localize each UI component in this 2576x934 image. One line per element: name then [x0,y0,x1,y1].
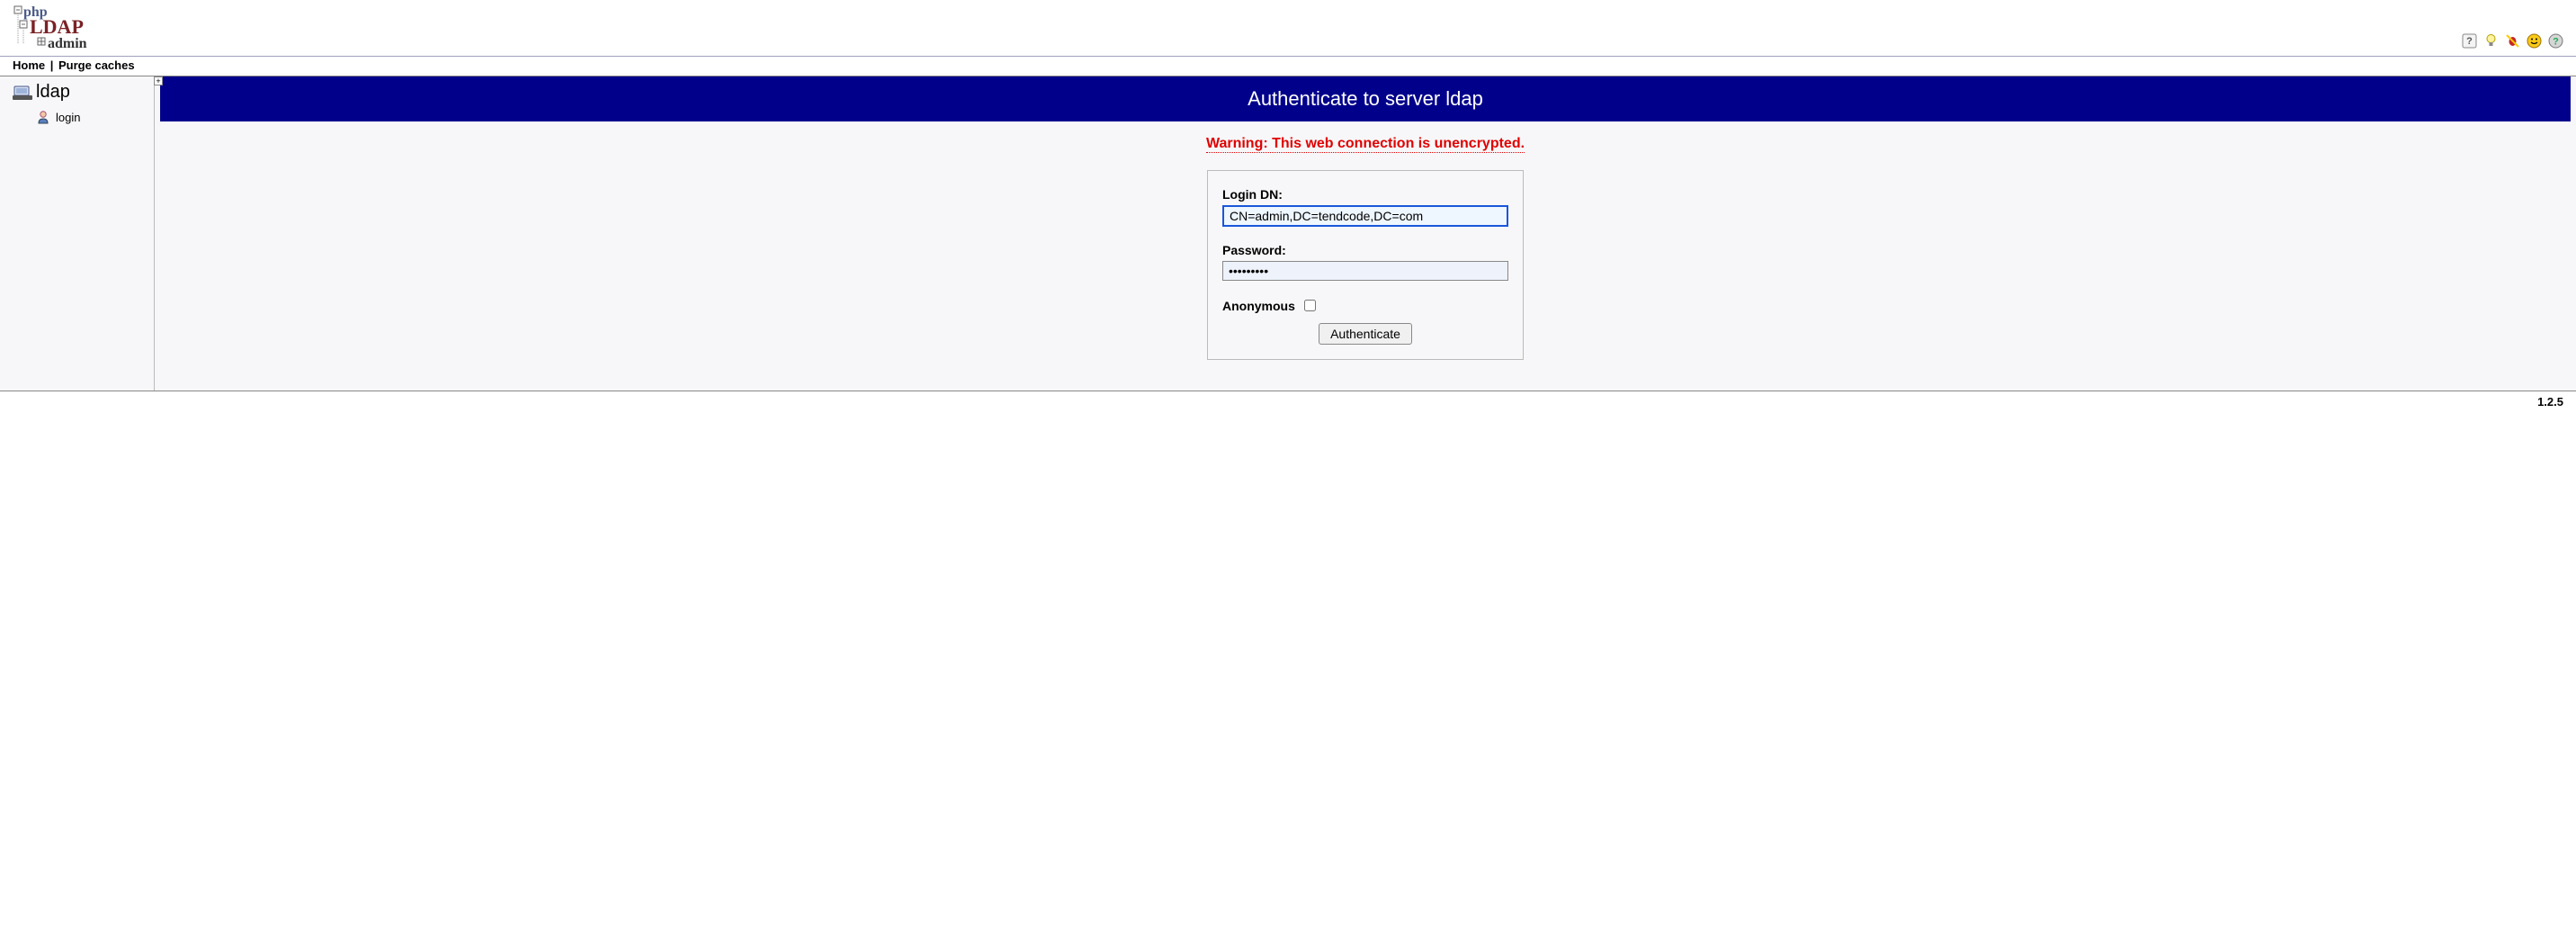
svg-text:?: ? [2466,36,2473,47]
server-name-label: ldap [36,82,70,103]
main-content: Authenticate to server ldap Warning: Thi… [155,76,2576,391]
svg-text:LDAP: LDAP [30,15,84,38]
password-label: Password: [1222,243,1508,257]
footer-version: 1.2.5 [0,391,2576,412]
svg-text:admin: admin [48,36,87,51]
page-root: php LDAP admin ? [0,0,2576,412]
sidebar-login-label: login [56,111,80,124]
person-icon [36,110,50,124]
login-form-box: Login DN: Password: Anonymous Authentica… [1207,170,1524,360]
anonymous-checkbox[interactable] [1304,300,1316,311]
login-dn-label: Login DN: [1222,187,1508,202]
anonymous-row: Anonymous [1222,297,1508,314]
app-logo: php LDAP admin [13,4,113,54]
phpldapadmin-logo-icon: php LDAP admin [13,4,113,54]
nav-purge-link[interactable]: Purge caches [58,58,135,72]
page-title: Authenticate to server ldap [160,76,2571,121]
password-row: Password: [1222,243,1508,281]
nav-home-link[interactable]: Home [13,58,45,72]
nav-separator: | [50,58,54,72]
warning-banner: Warning: This web connection is unencryp… [160,136,2571,152]
body-area: + ldap login Authenticate to server ldap [0,76,2576,391]
anonymous-label: Anonymous [1222,299,1295,313]
login-dn-input[interactable] [1222,205,1508,227]
password-input[interactable] [1222,261,1508,281]
warning-text: Warning: This web connection is unencryp… [1206,136,1525,153]
header-icon-group: ? ? [2461,32,2563,54]
sidebar-toggle-icon[interactable]: + [154,76,163,85]
server-icon [13,84,32,102]
bug-icon[interactable] [2504,32,2520,49]
server-tree-node[interactable]: ldap [13,82,148,103]
submit-row: Authenticate [1222,323,1508,345]
login-dn-row: Login DN: [1222,187,1508,227]
nav-bar: Home | Purge caches [0,57,2576,76]
header-bar: php LDAP admin ? [0,0,2576,57]
sidebar: + ldap login [0,76,155,391]
help-icon[interactable]: ? [2461,32,2477,49]
sidebar-login-item[interactable]: login [36,110,148,124]
idea-icon[interactable] [2482,32,2499,49]
authenticate-button[interactable]: Authenticate [1319,323,1412,345]
smiley-icon[interactable] [2526,32,2542,49]
svg-text:?: ? [2553,36,2559,47]
question-icon[interactable]: ? [2547,32,2563,49]
